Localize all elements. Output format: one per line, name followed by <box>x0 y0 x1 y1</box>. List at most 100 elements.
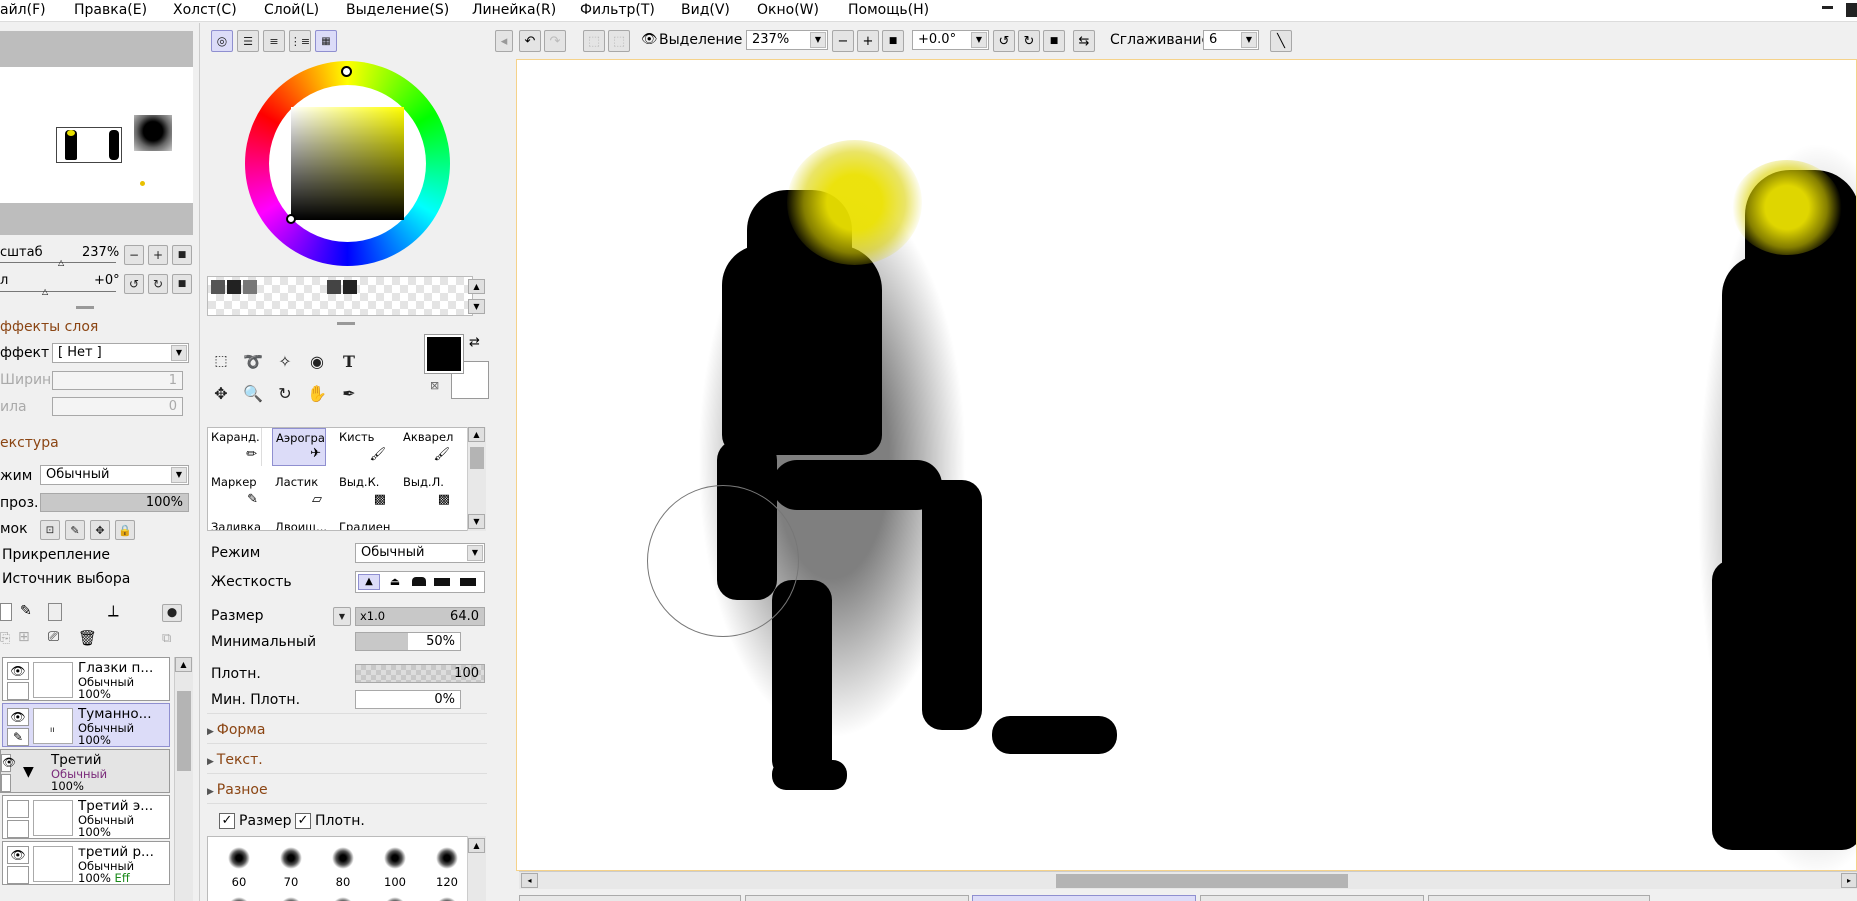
move-icon[interactable]: ✥ <box>209 381 233 405</box>
invert-selection-icon[interactable]: ⬚ <box>608 30 630 52</box>
brush-brush[interactable]: Кисть 🖌 <box>336 428 390 466</box>
line-tool-icon[interactable]: ╲ <box>1270 30 1292 52</box>
swatch[interactable] <box>227 280 241 294</box>
layer-lock-slot[interactable] <box>7 866 29 884</box>
presets-scrollbar[interactable]: ▲ <box>467 836 486 901</box>
preset-dot[interactable] <box>384 897 406 901</box>
angle-slider-handle[interactable]: △ <box>42 287 48 296</box>
rotate-icon[interactable]: ↻ <box>273 381 297 405</box>
brush-select-pen[interactable]: Выд.К. ▩ <box>336 473 390 511</box>
rgb-slider-mode-icon[interactable]: ☰ <box>237 30 259 52</box>
swatch[interactable] <box>211 280 225 294</box>
brush-watercolor[interactable]: Акварель 🖌 <box>400 428 454 466</box>
zoom-out-button[interactable]: − <box>124 245 144 265</box>
swatch[interactable] <box>243 280 257 294</box>
color-wheel-mode-icon[interactable]: ◎ <box>211 30 233 52</box>
clear-icon[interactable]: ⎚ <box>48 629 59 645</box>
color-marker[interactable] <box>286 214 296 224</box>
menu-filter[interactable]: Фильтр(T) <box>580 0 655 22</box>
effect-dropdown[interactable]: [ Нет ] ▼ <box>52 343 189 363</box>
layer-lock-slot[interactable] <box>7 820 29 838</box>
eyedropper-icon[interactable]: ✒ <box>337 381 361 405</box>
folder-expand-icon[interactable]: ▼ <box>23 764 34 780</box>
hue-wheel[interactable] <box>245 61 450 266</box>
rotate-left-button[interactable]: ↺ <box>993 30 1015 52</box>
section-misc[interactable]: ▶ Разное <box>207 782 268 798</box>
canvas-h-scrollbar[interactable]: ◂ ▸ <box>519 871 1857 889</box>
lock-all-icon[interactable]: 🔒 <box>115 520 135 540</box>
selection-source-label[interactable]: Источник выбора <box>2 571 130 587</box>
menu-view[interactable]: Вид(V) <box>681 0 730 22</box>
brush-eraser[interactable]: Ластик ▱ <box>272 473 326 511</box>
collapse-panel-icon[interactable]: ◂ <box>495 30 513 52</box>
menu-window[interactable]: Окно(W) <box>757 0 819 22</box>
hardness-max-icon[interactable] <box>460 578 476 586</box>
size-field[interactable]: x1.0 64.0 <box>355 607 485 626</box>
size-dropdown-icon[interactable]: ▼ <box>333 607 351 626</box>
drawing-canvas[interactable] <box>516 59 1857 871</box>
lock-paint-icon[interactable]: ✎ <box>65 520 85 540</box>
rotation-dropdown[interactable]: +0.0° ▼ <box>912 30 989 50</box>
swatch[interactable] <box>343 280 357 294</box>
document-tab-active[interactable] <box>972 895 1196 901</box>
section-shape[interactable]: ▶ Форма <box>207 722 265 738</box>
lasso-icon[interactable]: ➰ <box>241 349 265 373</box>
menu-file[interactable]: айл(F) <box>0 0 46 22</box>
hue-marker[interactable] <box>341 66 352 77</box>
palette-mode-icon[interactable]: ▦ <box>315 30 337 52</box>
hardness-medium-icon[interactable]: ⏏ <box>384 575 406 591</box>
navigator-viewport[interactable] <box>56 127 122 163</box>
layer-item[interactable]: 👁 Глазки п... Обычный 100% <box>2 657 170 701</box>
document-tab[interactable] <box>1200 895 1424 901</box>
flip-horizontal-icon[interactable]: ⇆ <box>1073 30 1095 52</box>
brush-select-eraser[interactable]: Выд.Л. ▩ <box>400 473 454 511</box>
transparent-color-icon[interactable]: ⊠ <box>430 379 439 392</box>
new-vector-layer-icon[interactable]: ✎ <box>20 603 32 619</box>
scroll-down-icon[interactable]: ▼ <box>468 299 485 314</box>
preset-dot[interactable] <box>436 847 458 869</box>
scroll-thumb[interactable] <box>1056 874 1348 888</box>
texture-mode-dropdown[interactable]: Обычный ▼ <box>40 465 189 485</box>
rotate-left-button[interactable]: ↺ <box>124 274 144 294</box>
eye-icon[interactable]: 👁 <box>7 708 29 726</box>
minimize-icon[interactable] <box>1822 6 1833 9</box>
brush-fill[interactable]: Заливка <box>208 518 262 530</box>
eye-icon[interactable]: 👁 <box>7 846 29 864</box>
zoom-dropdown[interactable]: 237% ▼ <box>746 30 828 50</box>
lock-move-icon[interactable]: ✥ <box>90 520 110 540</box>
splitter-handle[interactable] <box>337 322 355 325</box>
zoom-in-button[interactable]: + <box>148 245 168 265</box>
merge-icon[interactable]: ⊞ <box>18 629 30 645</box>
zoom-in-button[interactable]: + <box>857 30 879 52</box>
hardness-selector[interactable]: ▲ ⏏ <box>355 571 485 593</box>
mask-merge-icon[interactable]: ⧉ <box>162 631 171 646</box>
scroll-up-icon[interactable]: ▲ <box>468 427 485 442</box>
text-tool-icon[interactable]: T <box>337 349 361 373</box>
undo-icon[interactable]: ↶ <box>519 30 541 52</box>
density-field[interactable]: 100 <box>355 664 485 683</box>
menu-selection[interactable]: Выделение(S) <box>346 0 449 22</box>
layer-lock-slot[interactable] <box>7 682 29 700</box>
preset-dot[interactable] <box>280 847 302 869</box>
section-texture[interactable]: ▶ Текст. <box>207 752 263 768</box>
redo-icon[interactable]: ↷ <box>544 30 566 52</box>
deselect-icon[interactable]: ⬚ <box>583 30 605 52</box>
preset-dot[interactable] <box>280 897 302 901</box>
scroll-up-icon[interactable]: ▲ <box>468 838 485 853</box>
menu-canvas[interactable]: Холст(C) <box>173 0 237 22</box>
rotate-reset-button[interactable]: ■ <box>172 274 192 294</box>
swatch-mode-icon[interactable]: ⋮≡ <box>289 30 311 52</box>
rotate-reset-button[interactable]: ■ <box>1043 30 1065 52</box>
scroll-up-icon[interactable]: ▲ <box>468 279 485 294</box>
brush-gradient[interactable]: Градиент <box>336 518 390 530</box>
zoom-reset-button[interactable]: ■ <box>882 30 904 52</box>
restore-icon[interactable] <box>1846 3 1857 17</box>
density-checkbox[interactable]: ✓ <box>295 813 311 829</box>
size-checkbox[interactable]: ✓ <box>219 813 235 829</box>
magic-wand-icon[interactable]: ✧ <box>273 349 297 373</box>
document-tab[interactable] <box>519 895 741 901</box>
scale-slider-handle[interactable]: △ <box>58 258 64 267</box>
document-tab[interactable] <box>1428 895 1650 901</box>
texture-opacity-field[interactable]: 100% <box>40 493 189 512</box>
menu-edit[interactable]: Правка(E) <box>74 0 147 22</box>
